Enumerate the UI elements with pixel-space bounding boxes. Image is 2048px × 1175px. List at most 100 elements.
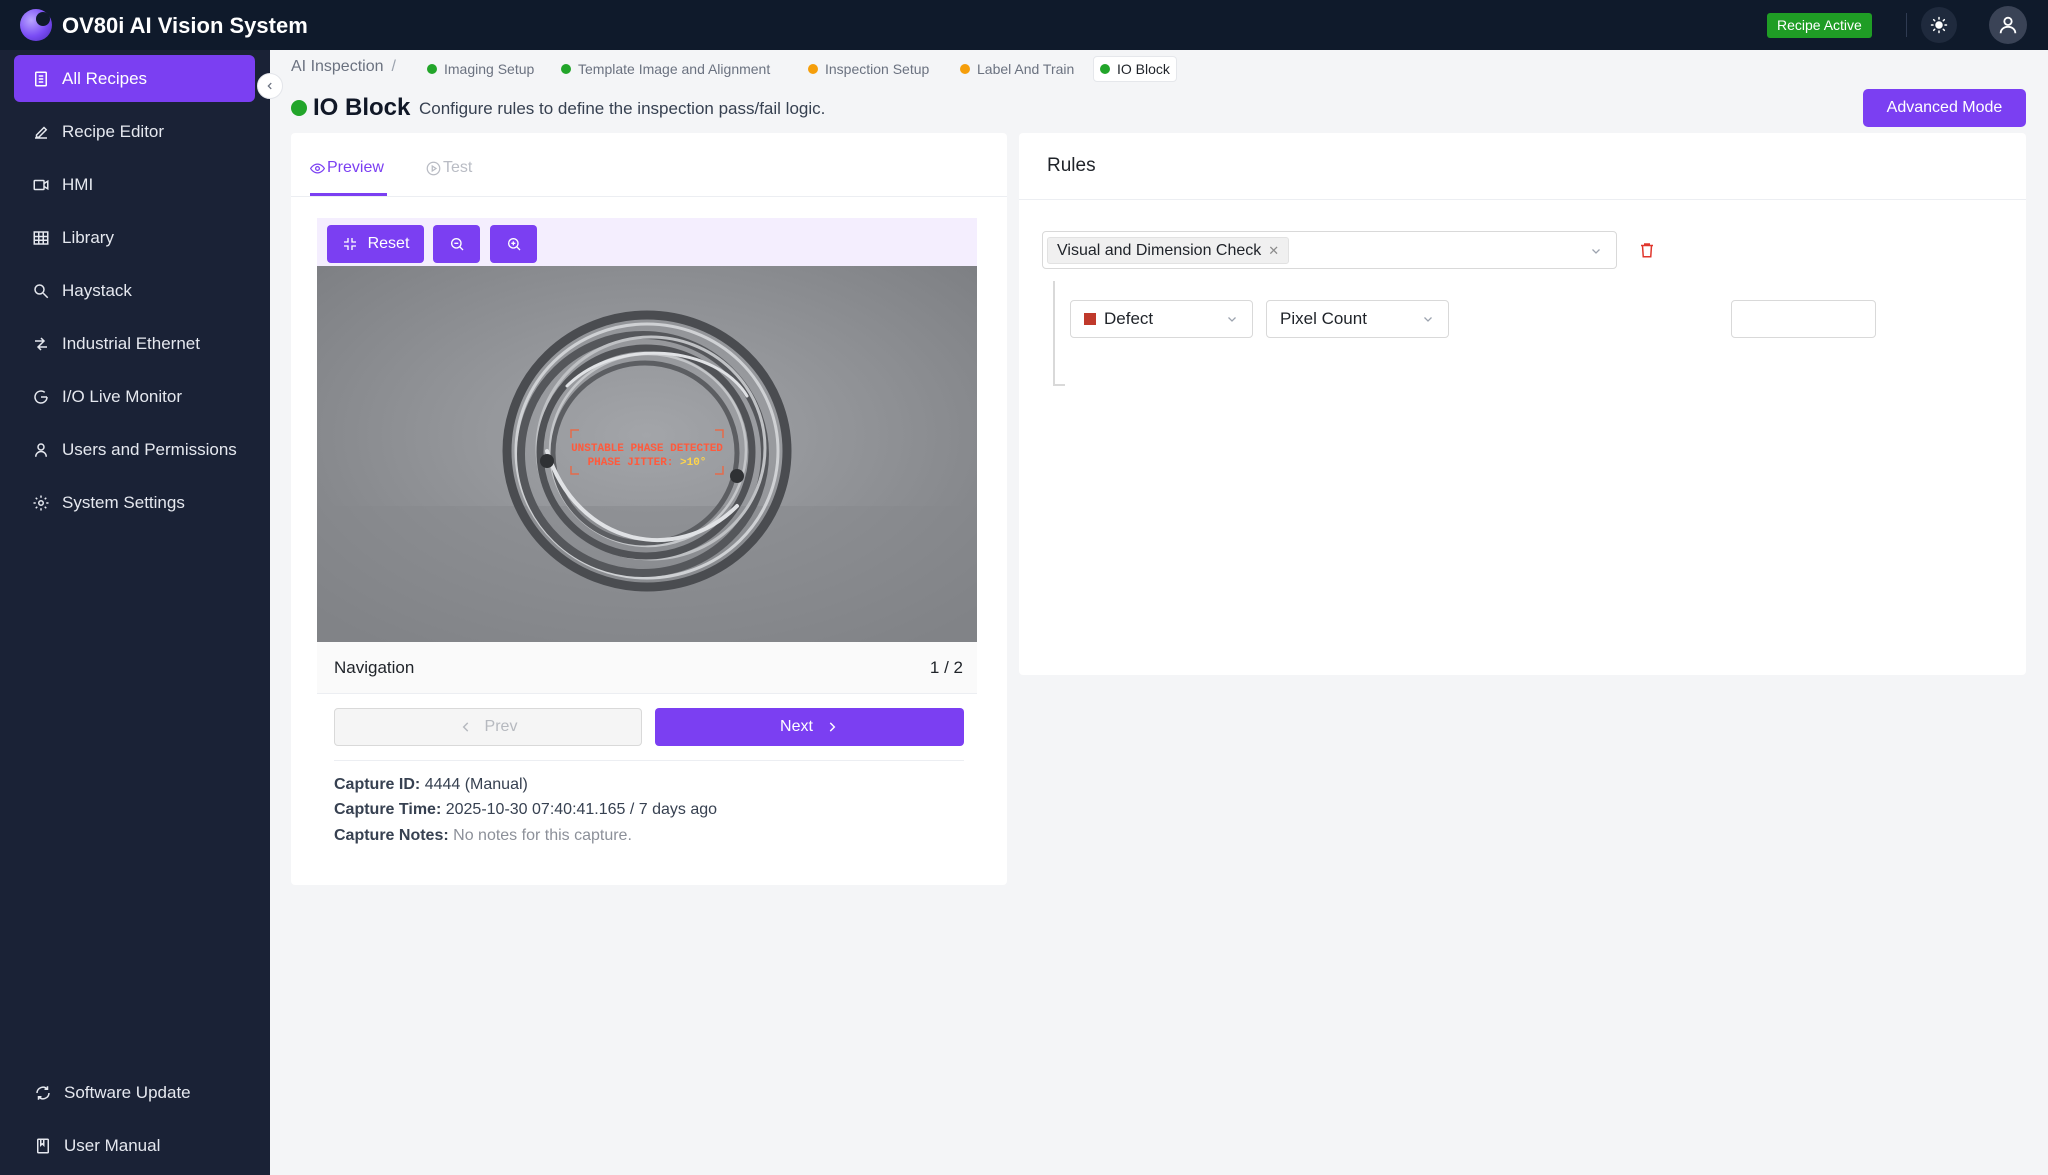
sidebar-item-system-settings[interactable]: System Settings (14, 479, 255, 526)
sidebar-item-io-live-monitor[interactable]: I/O Live Monitor (14, 373, 255, 420)
zoom-in-icon (507, 238, 520, 251)
top-bar: OV80i AI Vision System Recipe Active (0, 0, 2048, 50)
rule-group-select[interactable]: Visual and Dimension Check ✕ (1042, 231, 1617, 269)
main-content: AI Inspection / Imaging Setup Template Im… (270, 50, 2048, 1175)
sidebar-item-users-and-permissions[interactable]: Users and Permissions (14, 426, 255, 473)
zoom-in-button[interactable] (490, 225, 537, 263)
sidebar-item-label: Software Update (64, 1082, 191, 1102)
capture-notes: Capture Notes: No notes for this capture… (334, 827, 632, 844)
user-icon (1999, 16, 2017, 34)
reset-view-button[interactable]: Reset (327, 225, 424, 263)
rules-title: Rules (1047, 155, 1096, 176)
app-title: OV80i AI Vision System (62, 13, 308, 38)
page-description: Configure rules to define the inspection… (419, 99, 826, 118)
sidebar-item-label: I/O Live Monitor (62, 386, 182, 406)
chevron-down-icon (1592, 249, 1600, 254)
sidebar-item-label: Users and Permissions (62, 439, 237, 459)
breadcrumb-root[interactable]: AI Inspection (291, 58, 384, 75)
video-icon (33, 179, 49, 190)
app-logo (20, 9, 52, 41)
sidebar-item-label: All Recipes (62, 68, 148, 88)
search-icon (34, 283, 49, 298)
rule-tree-branch (1053, 384, 1065, 386)
zoom-out-icon (450, 238, 463, 251)
overlay-line-1: UNSTABLE PHASE DETECTED (571, 443, 723, 455)
metric-select[interactable]: Pixel Count (1266, 300, 1449, 338)
sidebar-item-industrial-ethernet[interactable]: Industrial Ethernet (14, 320, 255, 367)
step-io-block[interactable]: IO Block (1093, 56, 1177, 82)
step-inspection-setup[interactable]: Inspection Setup (802, 56, 935, 82)
sidebar-item-label: Recipe Editor (62, 121, 165, 141)
capture-counter: 1 / 2 (929, 658, 963, 677)
refresh-icon (36, 1085, 50, 1100)
topbar-divider (1906, 13, 1907, 37)
overlay-line-2: PHASE JITTER: >10° (588, 457, 707, 469)
sidebar-item-user-manual[interactable]: User Manual (14, 1122, 255, 1169)
grid-icon (33, 230, 49, 245)
tab-preview[interactable]: Preview (310, 159, 384, 177)
tab-divider (291, 196, 1007, 197)
next-button[interactable]: Next (655, 708, 964, 746)
remove-tag-icon[interactable]: ✕ (1268, 238, 1279, 263)
capture-time: Capture Time: 2025-10-30 07:40:41.165 / … (334, 801, 718, 818)
prev-button[interactable]: Prev (334, 708, 642, 746)
compress-icon (343, 238, 356, 250)
chevron-left-icon (267, 82, 272, 90)
rules-panel: Rules Visual and Dimension Check ✕ Defect… (1019, 133, 2026, 675)
scope-select-placeholder (1731, 300, 1876, 338)
sidebar-item-label: Library (62, 227, 114, 247)
chevron-down-icon (1228, 317, 1236, 322)
sidebar-item-label: Haystack (62, 280, 132, 300)
zoom-out-button[interactable] (433, 225, 480, 263)
preview-panel: Preview Test Reset UNSTABLE PHASE DETECT… (291, 133, 1007, 885)
chevron-left-icon (462, 722, 468, 732)
chevron-right-icon (829, 722, 836, 732)
class-select[interactable]: Defect (1070, 300, 1253, 338)
sidebar-item-label: Industrial Ethernet (62, 333, 200, 353)
status-dot (808, 64, 818, 74)
sidebar-item-label: User Manual (64, 1135, 161, 1155)
status-dot (427, 64, 437, 74)
book-icon (37, 1138, 49, 1153)
user-icon (35, 442, 47, 457)
eye-icon (310, 162, 325, 174)
sun-icon (1930, 16, 1948, 34)
step-imaging-setup[interactable]: Imaging Setup (421, 56, 540, 82)
sidebar-item-hmi[interactable]: HMI (14, 161, 255, 208)
sidebar-item-library[interactable]: Library (14, 214, 255, 261)
step-label-and-train[interactable]: Label And Train (954, 56, 1080, 82)
navigation-label: Navigation (334, 658, 415, 677)
sidebar-collapse-button[interactable] (257, 73, 283, 99)
sidebar-item-all-recipes[interactable]: All Recipes (14, 55, 255, 102)
class-color-swatch (1084, 313, 1096, 325)
sidebar-item-recipe-editor[interactable]: Recipe Editor (14, 108, 255, 155)
sidebar-item-haystack[interactable]: Haystack (14, 267, 255, 314)
sidebar: All Recipes Recipe Editor HMI Library Ha… (0, 50, 270, 1175)
rule-group-tag: Visual and Dimension Check ✕ (1047, 237, 1290, 264)
rule-tree-line (1053, 281, 1055, 385)
sidebar-item-label: System Settings (62, 492, 185, 512)
user-avatar-button[interactable] (1989, 6, 2027, 44)
tab-test[interactable]: Test (426, 159, 472, 177)
monitor-icon (34, 389, 48, 404)
info-divider (334, 760, 964, 761)
page-status-dot (291, 100, 307, 116)
step-template-image-and-alignment[interactable]: Template Image and Alignment (555, 56, 776, 82)
status-dot (960, 64, 970, 74)
advanced-mode-button[interactable]: Advanced Mode (1863, 89, 2026, 127)
rules-divider (1019, 199, 2026, 200)
chevron-down-icon (1424, 317, 1432, 322)
sidebar-item-label: HMI (62, 174, 94, 194)
gear-icon (33, 495, 49, 510)
capture-image[interactable]: UNSTABLE PHASE DETECTED PHASE JITTER: >1… (317, 266, 977, 642)
play-circle-icon (426, 161, 441, 175)
sidebar-item-software-update[interactable]: Software Update (14, 1069, 255, 1116)
theme-toggle-button[interactable] (1921, 7, 1957, 43)
delete-group-icon[interactable] (1638, 241, 1656, 259)
breadcrumb: AI Inspection / (291, 58, 396, 75)
status-dot (1100, 64, 1110, 74)
network-icon (35, 336, 47, 351)
status-dot (561, 64, 571, 74)
page-title: IO Block (313, 94, 411, 121)
capture-id: Capture ID: 4444 (Manual) (334, 776, 528, 793)
